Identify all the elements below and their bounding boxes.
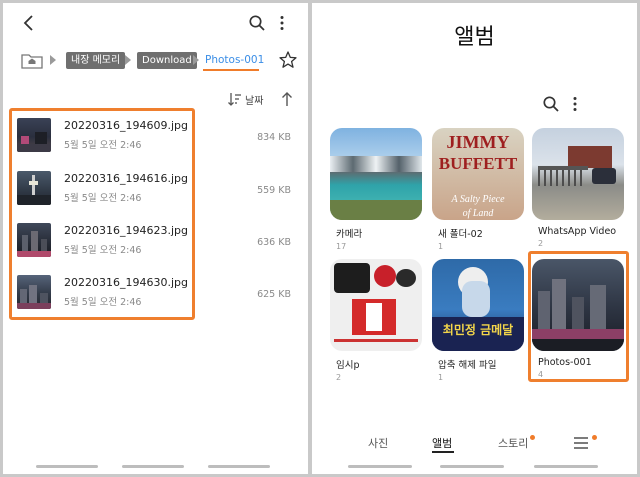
album-count: 2 bbox=[538, 239, 544, 248]
album-card[interactable]: 임시p 2 bbox=[330, 259, 422, 382]
file-name: 20220316_194623.jpg bbox=[64, 224, 188, 237]
breadcrumb-current-folder[interactable]: Photos-001 bbox=[205, 52, 264, 69]
album-card[interactable]: Photos-001 4 bbox=[532, 259, 624, 379]
file-size: 559 KB bbox=[257, 185, 291, 196]
nav-bar-segment bbox=[36, 465, 98, 468]
file-row[interactable]: 20220316_194609.jpg 5월 5일 오전 2:46 834 KB bbox=[3, 112, 308, 160]
file-row[interactable]: 20220316_194630.jpg 5월 5일 오전 2:46 625 KB bbox=[3, 269, 308, 317]
nav-bar-segment bbox=[208, 465, 270, 468]
file-name: 20220316_194630.jpg bbox=[64, 276, 188, 289]
active-tab-indicator bbox=[432, 451, 454, 453]
album-count: 1 bbox=[438, 373, 444, 382]
album-card[interactable]: 최민정 금메달 압축 해제 파일 1 bbox=[432, 259, 524, 382]
tab-stories[interactable]: 스토리 bbox=[498, 435, 528, 451]
breadcrumb-separator-icon bbox=[50, 55, 56, 65]
album-count: 2 bbox=[336, 373, 342, 382]
photo-thumbnail bbox=[17, 275, 51, 309]
arrow-up-icon[interactable] bbox=[281, 91, 293, 107]
file-name: 20220316_194609.jpg bbox=[64, 119, 188, 132]
photo-thumbnail bbox=[17, 118, 51, 152]
notification-dot bbox=[592, 435, 597, 440]
file-date: 5월 5일 오전 2:46 bbox=[64, 297, 142, 308]
more-options-icon[interactable] bbox=[570, 95, 580, 113]
album-name: 압축 해제 파일 bbox=[438, 360, 497, 371]
file-date: 5월 5일 오전 2:46 bbox=[64, 193, 142, 204]
tab-albums[interactable]: 앨범 bbox=[432, 435, 452, 451]
album-name: 임시p bbox=[336, 360, 360, 371]
album-cover bbox=[330, 259, 422, 351]
album-name: 새 폴더-02 bbox=[438, 229, 483, 240]
file-row[interactable]: 20220316_194623.jpg 5월 5일 오전 2:46 636 KB bbox=[3, 217, 308, 265]
current-folder-underline bbox=[203, 69, 259, 71]
album-card[interactable]: JIMMY BUFFETT A Salty Piece of Land 새 폴더… bbox=[432, 128, 524, 251]
file-row[interactable]: 20220316_194616.jpg 5월 5일 오전 2:46 559 KB bbox=[3, 165, 308, 213]
search-icon[interactable] bbox=[248, 14, 266, 32]
nav-bar-segment bbox=[440, 465, 504, 468]
album-cover: JIMMY BUFFETT A Salty Piece of Land bbox=[432, 128, 524, 220]
album-cover bbox=[330, 128, 422, 220]
photo-thumbnail bbox=[17, 223, 51, 257]
file-size: 834 KB bbox=[257, 132, 291, 143]
file-size: 636 KB bbox=[257, 237, 291, 248]
nav-bar-segment bbox=[348, 465, 412, 468]
nav-bar-segment bbox=[534, 465, 598, 468]
nav-bar-segment bbox=[122, 465, 184, 468]
back-arrow-icon[interactable] bbox=[19, 13, 39, 33]
album-cover bbox=[532, 259, 624, 351]
album-cover: 최민정 금메달 bbox=[432, 259, 524, 351]
cover-text: JIMMY bbox=[446, 132, 510, 152]
cover-text: 최민정 금메달 bbox=[442, 323, 514, 337]
star-favorite-icon[interactable] bbox=[278, 50, 298, 70]
cover-text: BUFFETT bbox=[438, 154, 518, 173]
search-icon[interactable] bbox=[542, 95, 560, 113]
album-count: 17 bbox=[336, 242, 347, 251]
breadcrumb-separator-icon bbox=[193, 55, 199, 65]
sort-bar: 날짜 bbox=[3, 90, 308, 108]
sort-icon[interactable] bbox=[228, 92, 242, 106]
album-count: 4 bbox=[538, 370, 544, 379]
album-name: Photos-001 bbox=[538, 357, 592, 368]
file-date: 5월 5일 오전 2:46 bbox=[64, 245, 142, 256]
notification-dot bbox=[530, 435, 535, 440]
sort-label[interactable]: 날짜 bbox=[245, 92, 263, 107]
file-date: 5월 5일 오전 2:46 bbox=[64, 140, 142, 151]
gallery-panel: 앨범 카메라 17 JIMMY BUFFETT A Salty Piece of… bbox=[312, 3, 637, 474]
album-name: WhatsApp Video bbox=[538, 226, 617, 237]
cover-text: A Salty Piece bbox=[451, 194, 505, 205]
cover-text: of Land bbox=[462, 208, 494, 219]
file-size: 625 KB bbox=[257, 289, 291, 300]
album-card[interactable]: 카메라 17 bbox=[330, 128, 422, 251]
top-bar bbox=[3, 11, 308, 35]
bottom-tab-bar: 사진 앨범 스토리 bbox=[312, 435, 637, 455]
album-cover bbox=[532, 128, 624, 220]
page-title: 앨범 bbox=[454, 25, 495, 50]
breadcrumb-internal-storage[interactable]: 내장 메모리 bbox=[66, 52, 126, 69]
album-card[interactable]: WhatsApp Video 2 bbox=[532, 128, 624, 248]
file-name: 20220316_194616.jpg bbox=[64, 172, 188, 185]
album-name: 카메라 bbox=[336, 229, 363, 240]
menu-icon[interactable] bbox=[574, 437, 588, 449]
breadcrumb-download[interactable]: Download bbox=[137, 52, 197, 69]
photo-thumbnail bbox=[17, 171, 51, 205]
album-count: 1 bbox=[438, 242, 444, 251]
home-folder-icon[interactable] bbox=[21, 51, 43, 69]
tab-photos[interactable]: 사진 bbox=[368, 435, 388, 451]
more-options-icon[interactable] bbox=[277, 14, 287, 32]
breadcrumb-separator-icon bbox=[125, 55, 131, 65]
file-browser-panel: 내장 메모리 Download Photos-001 날짜 20220316_1… bbox=[3, 3, 308, 474]
breadcrumb: 내장 메모리 Download Photos-001 bbox=[19, 48, 308, 72]
